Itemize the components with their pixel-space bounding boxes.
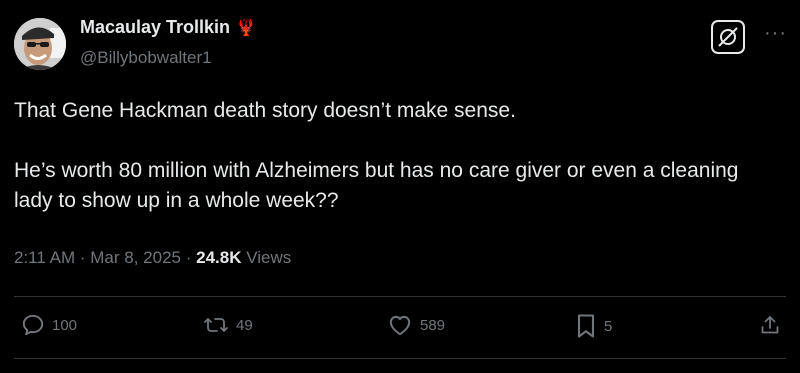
avatar[interactable] [14, 18, 66, 70]
repost-icon [204, 318, 228, 332]
grok-icon [718, 27, 738, 47]
meta-separator: · [79, 248, 86, 267]
lobster-badge-icon: 🦞 [236, 19, 256, 37]
meta-separator: · [185, 248, 192, 267]
divider-top [14, 296, 786, 297]
reply-button[interactable]: 100 [20, 312, 77, 338]
tweet-paragraph-1: That Gene Hackman death story doesn’t ma… [14, 99, 516, 122]
action-bar: 100 49 589 5 [0, 312, 800, 342]
tweet-date[interactable]: Mar 8, 2025 [90, 248, 181, 267]
reply-icon [22, 314, 44, 336]
author-name-row[interactable]: Macaulay Trollkin 🦞 [80, 17, 256, 38]
more-button[interactable]: ··· [764, 22, 787, 45]
views-label: Views [246, 248, 292, 267]
like-count: 589 [420, 316, 446, 334]
author-display-name[interactable]: Macaulay Trollkin [80, 17, 230, 38]
grok-button[interactable] [711, 20, 745, 54]
author-handle[interactable]: @Billybobwalter1 [80, 48, 212, 68]
like-icon [389, 315, 411, 336]
more-icon: ··· [764, 22, 787, 44]
bookmark-icon [577, 314, 595, 338]
tweet-meta: 2:11 AM · Mar 8, 2025 · 24.8K Views [14, 248, 291, 268]
bookmark-button[interactable]: 5 [574, 312, 612, 340]
repost-button[interactable]: 49 [202, 312, 253, 338]
share-icon [761, 316, 779, 334]
share-button[interactable] [758, 312, 782, 338]
divider-bottom [14, 358, 786, 359]
tweet-paragraph-2: He’s worth 80 million with Alzheimers bu… [14, 159, 739, 212]
like-button[interactable]: 589 [386, 312, 445, 338]
bookmark-count: 5 [604, 317, 613, 335]
tweet-text: That Gene Hackman death story doesn’t ma… [14, 96, 774, 216]
avatar-image [14, 18, 66, 70]
views-count[interactable]: 24.8K [196, 248, 241, 267]
reply-count: 100 [52, 316, 78, 334]
repost-count: 49 [236, 316, 253, 334]
tweet-time[interactable]: 2:11 AM [14, 248, 75, 267]
